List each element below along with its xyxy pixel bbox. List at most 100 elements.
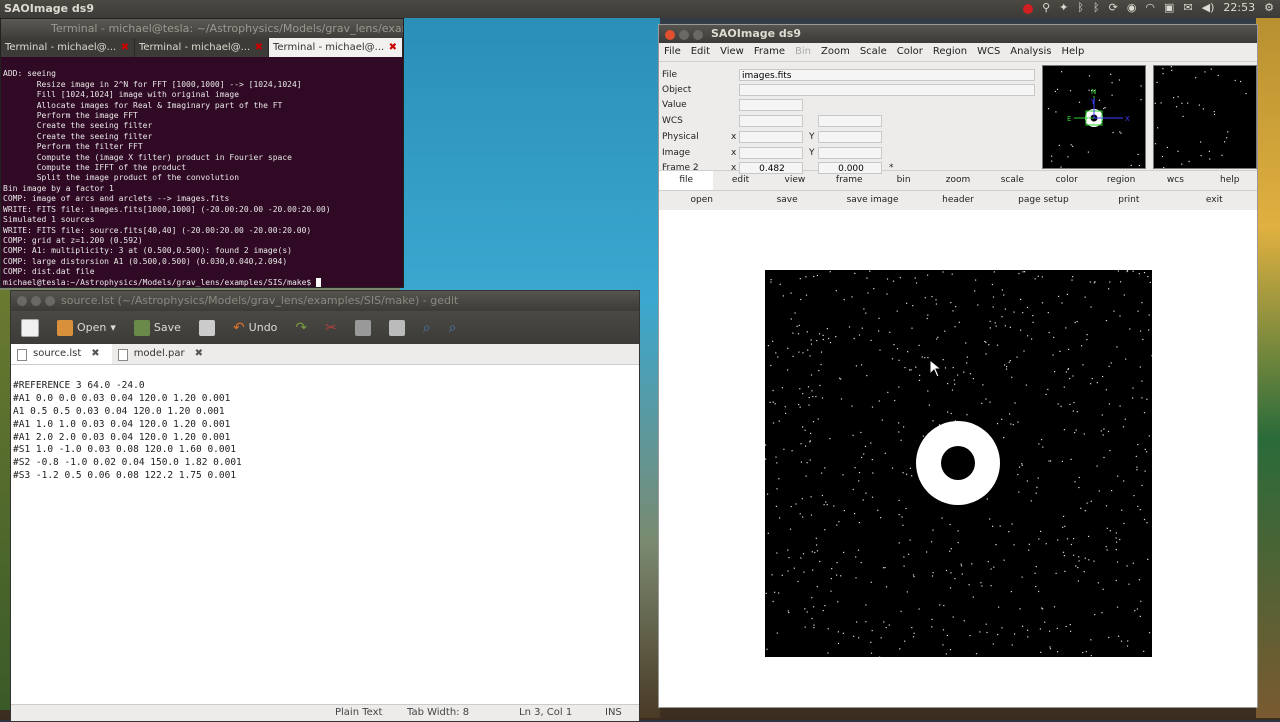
menu-scale[interactable]: Scale xyxy=(855,43,892,61)
copy-button[interactable] xyxy=(351,318,375,338)
terminal-line: Bin image by a factor 1 xyxy=(3,183,114,193)
noise-dot xyxy=(1075,565,1077,567)
settings-icon[interactable]: ◉ xyxy=(1127,1,1137,14)
menu-bin[interactable]: Bin xyxy=(790,43,816,61)
close-icon[interactable]: ✖ xyxy=(91,348,99,359)
noise-dot xyxy=(772,600,774,603)
minimize-button[interactable] xyxy=(31,296,41,306)
undo-button[interactable]: ↶ Undo xyxy=(229,318,281,338)
usb-icon[interactable]: ⚲ xyxy=(1042,1,1050,14)
btn-exit[interactable]: exit xyxy=(1172,191,1257,210)
menu-region[interactable]: Region xyxy=(928,43,972,61)
noise-dot xyxy=(880,637,882,639)
language-selector[interactable]: Plain Text xyxy=(335,707,382,718)
close-icon[interactable]: ✖ xyxy=(195,348,203,359)
menu-file[interactable]: File xyxy=(659,43,686,61)
menu-edit[interactable]: Edit xyxy=(686,43,715,61)
noise-dot xyxy=(810,374,813,376)
btn-save-image[interactable]: save image xyxy=(830,191,915,210)
terminal-line: Fill [1024,1024] image with original ima… xyxy=(3,90,240,100)
replace-button[interactable]: ⌕ xyxy=(445,318,461,338)
noise-dot xyxy=(871,630,873,632)
close-icon[interactable]: ✖ xyxy=(389,38,397,57)
terminal-window: Terminal - michael@tesla: ~/Astrophysics… xyxy=(0,18,404,288)
wifi-icon[interactable]: ◠ xyxy=(1145,1,1155,14)
new-button[interactable] xyxy=(17,317,43,339)
btn-print[interactable]: print xyxy=(1086,191,1171,210)
image-canvas[interactable] xyxy=(659,221,1257,707)
terminal-tab[interactable]: Terminal - michael@... ✖ xyxy=(135,38,269,57)
chevron-down-icon[interactable]: ▾ xyxy=(110,321,116,334)
terminal-tabs: Terminal - michael@... ✖ Terminal - micha… xyxy=(1,38,403,57)
noise-dot xyxy=(1068,348,1070,350)
editor-text-area[interactable]: #REFERENCE 3 64.0 -24.0 #A1 0.0 0.0 0.03 … xyxy=(11,365,639,699)
find-button[interactable]: ⌕ xyxy=(419,318,435,338)
dropbox-icon[interactable]: ✦ xyxy=(1059,1,1068,14)
noise-dot xyxy=(1118,79,1120,81)
tab-width-selector[interactable]: Tab Width: 8 xyxy=(407,707,469,718)
noise-dot xyxy=(912,636,915,638)
paste-button[interactable] xyxy=(385,318,409,338)
btn-bin[interactable]: bin xyxy=(876,171,930,190)
minimize-button[interactable] xyxy=(679,30,689,40)
cut-button[interactable]: ✂ xyxy=(321,318,341,338)
btn-save[interactable]: save xyxy=(744,191,829,210)
mail-icon[interactable]: ✉ xyxy=(1183,1,1192,14)
terminal-tab-active[interactable]: Terminal - michael@... ✖ xyxy=(269,38,403,57)
save-button[interactable]: Save xyxy=(130,318,185,338)
menu-help[interactable]: Help xyxy=(1057,43,1090,61)
print-button[interactable] xyxy=(195,318,219,338)
btn-page-setup[interactable]: page setup xyxy=(1001,191,1086,210)
menu-color[interactable]: Color xyxy=(892,43,928,61)
maximize-button[interactable] xyxy=(693,30,703,40)
menu-frame[interactable]: Frame xyxy=(749,43,790,61)
sync-icon[interactable]: ⟳ xyxy=(1109,1,1118,14)
tab-model-par[interactable]: model.par ✖ xyxy=(112,344,215,364)
btn-header[interactable]: header xyxy=(915,191,1000,210)
noise-dot xyxy=(807,386,810,388)
btn-color[interactable]: color xyxy=(1040,171,1094,190)
redo-button[interactable]: ↷ xyxy=(291,318,311,338)
keyboard-icon[interactable]: ▣ xyxy=(1164,1,1174,14)
close-button[interactable] xyxy=(665,30,675,40)
noise-dot xyxy=(889,331,891,333)
open-button[interactable]: Open ▾ xyxy=(53,318,120,338)
btn-scale[interactable]: scale xyxy=(985,171,1039,190)
menu-analysis[interactable]: Analysis xyxy=(1005,43,1056,61)
volume-icon[interactable]: ◀) xyxy=(1202,1,1215,14)
clock[interactable]: 22:53 xyxy=(1223,1,1255,14)
bluetooth-icon[interactable]: ᛒ xyxy=(1077,1,1084,14)
bluetooth2-icon[interactable]: ᛒ xyxy=(1093,1,1100,14)
noise-dot xyxy=(835,290,837,292)
noise-dot xyxy=(827,628,829,630)
noise-dot xyxy=(909,369,911,371)
btn-zoom[interactable]: zoom xyxy=(931,171,985,190)
terminal-output[interactable]: ADD: seeing Resize image in 2^N for FFT … xyxy=(1,57,403,287)
menu-view[interactable]: View xyxy=(715,43,749,61)
terminal-line: WRITE: FITS file: source.fits[40,40] (-2… xyxy=(3,225,312,235)
gear-icon[interactable]: ⚙ xyxy=(1264,1,1274,14)
close-icon[interactable]: ✖ xyxy=(121,38,129,57)
maximize-button[interactable] xyxy=(45,296,55,306)
menu-zoom[interactable]: Zoom xyxy=(816,43,855,61)
btn-help[interactable]: help xyxy=(1203,171,1257,190)
noise-dot xyxy=(1240,80,1242,83)
tab-source-lst[interactable]: source.lst ✖ xyxy=(11,344,112,364)
noise-dot xyxy=(1162,68,1164,70)
menu-wcs[interactable]: WCS xyxy=(972,43,1005,61)
panner-view[interactable]: N E X Y xyxy=(1042,65,1146,169)
terminal-tab[interactable]: Terminal - michael@... ✖ xyxy=(1,38,135,57)
noise-dot xyxy=(1034,572,1036,574)
noise-dot xyxy=(1105,546,1107,548)
btn-open[interactable]: open xyxy=(659,191,744,210)
noise-dot xyxy=(1108,636,1110,639)
noise-dot xyxy=(1130,164,1132,166)
fits-image[interactable] xyxy=(765,270,1152,657)
btn-file[interactable]: file xyxy=(659,171,714,190)
record-icon[interactable] xyxy=(1023,3,1034,14)
btn-region[interactable]: region xyxy=(1094,171,1148,190)
btn-wcs[interactable]: wcs xyxy=(1148,171,1202,190)
close-icon[interactable]: ✖ xyxy=(255,38,263,57)
noise-dot xyxy=(1035,586,1037,588)
close-button[interactable] xyxy=(17,296,27,306)
